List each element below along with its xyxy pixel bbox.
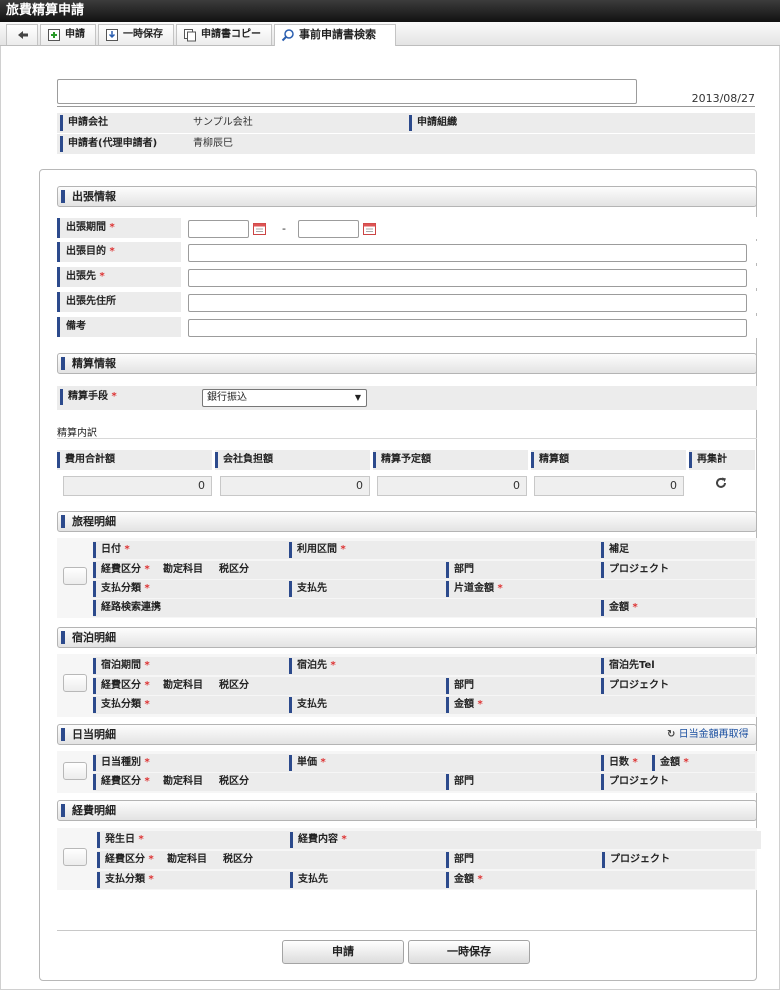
copy-toolbar-label: 申請書コピー (201, 29, 261, 40)
applicant-row: 申請者(代理申請者) 青柳辰巳 (57, 134, 755, 154)
arrow-left-icon (18, 31, 28, 39)
expense-row-select[interactable] (63, 848, 87, 866)
method-select[interactable]: 銀行振込 ▼ (202, 389, 367, 407)
trip-section-title: 出張情報 (72, 190, 116, 203)
back-button[interactable] (6, 24, 38, 45)
copy-icon (184, 29, 196, 42)
trip-period-label: 出張期間 * (57, 218, 181, 238)
lodging-row-select[interactable] (63, 674, 87, 692)
company-row: 申請会社 サンプル会社 申請組織 (57, 113, 755, 133)
amount-value: 0 (534, 476, 684, 496)
save-document-icon (106, 29, 118, 41)
expense-row-1: 発生日 * 経費内容 * (97, 831, 761, 849)
company-column-header: 会社負担額 (215, 450, 370, 470)
search-document-icon (281, 29, 294, 42)
applicant-value: 青柳辰巳 (193, 138, 233, 149)
method-label: 精算手段 * (60, 389, 117, 405)
itinerary-row-2: 経費区分 * 勘定科目 税区分 部門 プロジェクト (93, 561, 755, 579)
footer-divider (57, 930, 757, 931)
daily-section-header: 日当明細 (57, 724, 757, 745)
daily-row-select[interactable] (63, 762, 87, 780)
daily-refetch-link[interactable]: ↻ 日当金額再取得 (667, 728, 749, 742)
settlement-section-header: 精算情報 (57, 353, 757, 374)
trip-purpose-input[interactable] (188, 244, 747, 262)
method-row: 精算手段 * (57, 386, 757, 410)
daily-row-1: 日当種別 * 単価 * 日数 * 金額 * (93, 754, 755, 772)
calendar-icon[interactable] (363, 222, 376, 235)
dest-address-label: 出張先住所 (57, 292, 181, 312)
expense-row-2: 経費区分 * 勘定科目 税区分 部門 プロジェクト (97, 851, 755, 869)
amount-column-header: 精算額 (531, 450, 686, 470)
search-prior-toolbar-button[interactable]: 事前申請書検索 (274, 24, 396, 46)
itinerary-row-3: 支払分類 * 支払先 片道金額 * (93, 580, 755, 598)
itinerary-row-4: 経路検索連携 金額 * (93, 599, 755, 617)
settlement-section-title: 精算情報 (72, 357, 116, 370)
subject-underline (57, 106, 755, 107)
itinerary-row-select[interactable] (63, 567, 87, 585)
destination-input[interactable] (188, 269, 747, 287)
planned-column-header: 精算予定額 (373, 450, 528, 470)
itinerary-row-1: 日付 * 利用区間 * 補足 (93, 541, 755, 559)
trip-start-input[interactable] (188, 220, 249, 238)
dropdown-arrow-icon: ▼ (354, 393, 361, 402)
trip-period-row: 出張期間 * (57, 217, 757, 239)
copy-toolbar-button[interactable]: 申請書コピー (176, 24, 272, 45)
total-value: 0 (63, 476, 212, 496)
dest-address-input[interactable] (188, 294, 747, 312)
trip-purpose-label: 出張目的 * (57, 242, 181, 262)
method-selected: 銀行振込 (207, 392, 247, 403)
lodging-row-2: 経費区分 * 勘定科目 税区分 部門 プロジェクト (93, 677, 755, 695)
search-prior-toolbar-label: 事前申請書検索 (299, 28, 376, 41)
window-title: 旅費精算申請 (0, 0, 780, 22)
daily-row-2: 経費区分 * 勘定科目 税区分 部門 プロジェクト (93, 773, 755, 791)
expense-section-header: 経費明細 (57, 800, 757, 821)
expense-row-3: 支払分類 * 支払先 金額 * (97, 871, 755, 889)
expense-section-title: 経費明細 (72, 804, 116, 817)
refresh-icon[interactable] (714, 476, 728, 490)
apply-button[interactable]: 申請 (282, 940, 404, 964)
toolbar: 申請 一時保存 申請書コピー 事前申請書検索 (0, 22, 780, 46)
breakdown-divider (57, 438, 757, 439)
save-temp-button[interactable]: 一時保存 (408, 940, 530, 964)
apply-toolbar-label: 申請 (65, 29, 85, 40)
period-separator: - (282, 222, 286, 235)
destination-label: 出張先 * (57, 267, 181, 287)
trip-section-header: 出張情報 (57, 186, 757, 207)
company-value: サンプル会社 (193, 117, 253, 128)
document-add-icon (48, 29, 60, 41)
apply-toolbar-button[interactable]: 申請 (40, 24, 96, 45)
company-label: 申請会社 (60, 115, 108, 131)
trip-end-input[interactable] (298, 220, 359, 238)
save-temp-toolbar-button[interactable]: 一時保存 (98, 24, 174, 45)
planned-value: 0 (377, 476, 527, 496)
application-date: 2013/08/27 (691, 92, 755, 105)
total-column-header: 費用合計額 (57, 450, 212, 470)
company-value-cell: サンプル会社 (185, 113, 407, 133)
refresh-icon: ↻ (667, 729, 676, 740)
remarks-input[interactable] (188, 319, 747, 337)
lodging-row-3: 支払分類 * 支払先 金額 * (93, 696, 755, 714)
lodging-section-header: 宿泊明細 (57, 627, 757, 648)
lodging-section-title: 宿泊明細 (72, 631, 116, 644)
subject-input[interactable] (57, 79, 637, 104)
org-label: 申請組織 (409, 115, 457, 131)
applicant-label: 申請者(代理申請者) (60, 136, 157, 152)
save-temp-toolbar-label: 一時保存 (123, 29, 163, 40)
company-value: 0 (220, 476, 370, 496)
daily-section-title: 日当明細 (72, 728, 116, 741)
remarks-label: 備考 (57, 317, 181, 337)
lodging-row-1: 宿泊期間 * 宿泊先 * 宿泊先Tel (93, 657, 755, 675)
itinerary-section-title: 旅程明細 (72, 515, 116, 528)
breakdown-label: 精算内訳 (57, 428, 97, 439)
itinerary-section-header: 旅程明細 (57, 511, 757, 532)
calendar-icon[interactable] (253, 222, 266, 235)
recalc-column-header: 再集計 (689, 450, 755, 470)
